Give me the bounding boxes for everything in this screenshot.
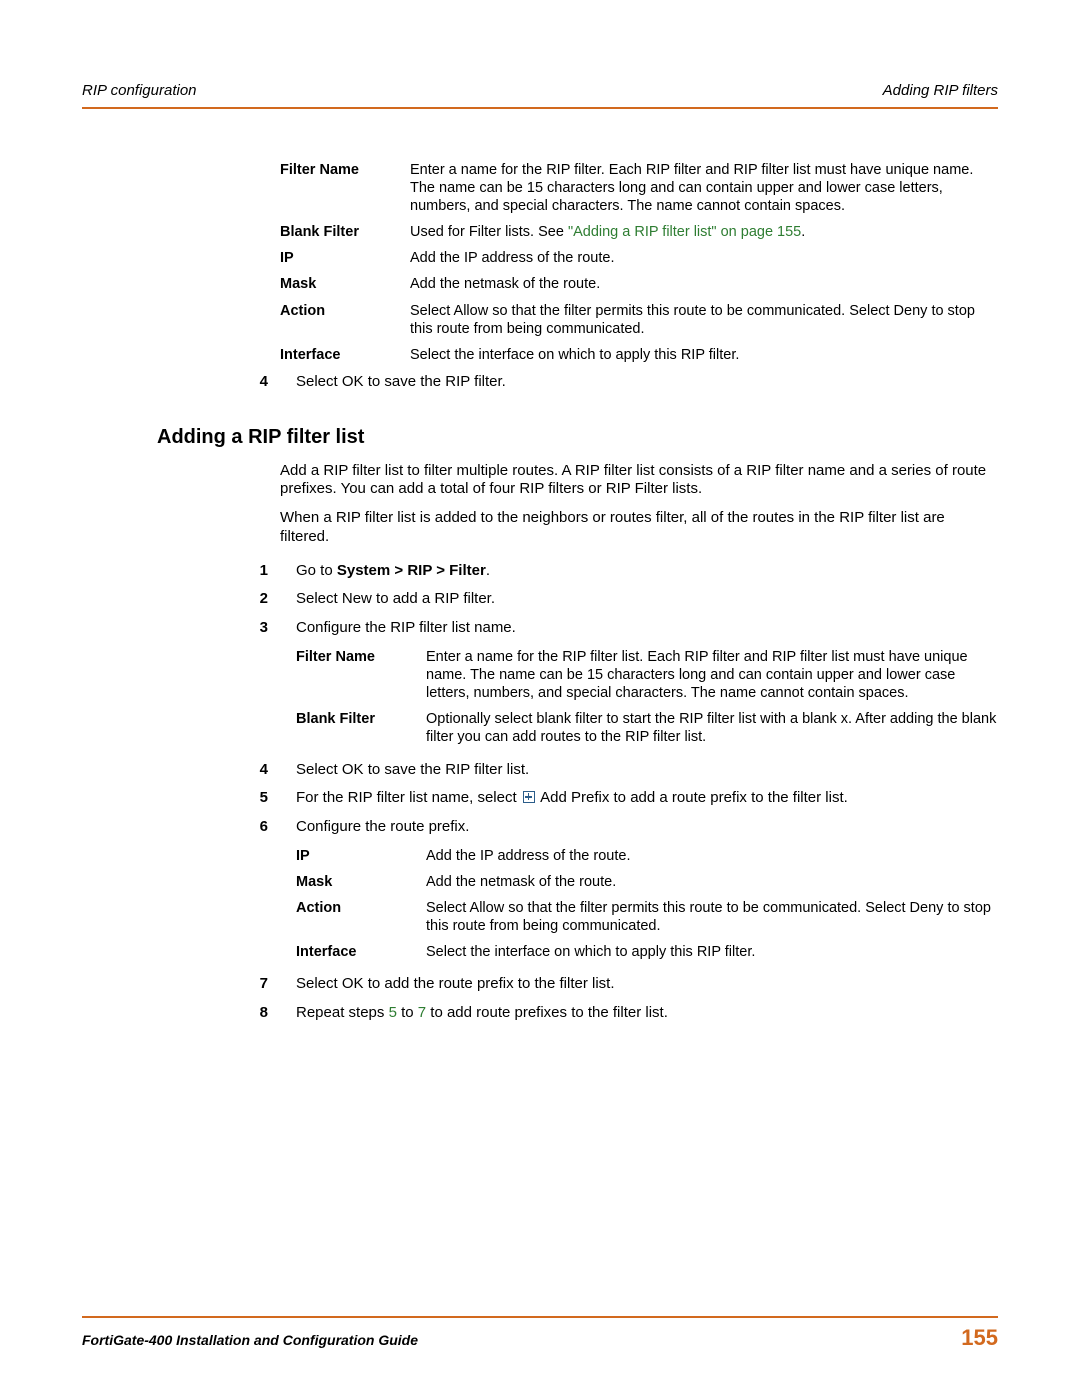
step-4-prev: 4 Select OK to save the RIP filter.	[82, 368, 998, 397]
page: RIP configuration Adding RIP filters Fil…	[0, 0, 1080, 1397]
step-text: Select OK to add the route prefix to the…	[296, 975, 998, 994]
footer-rule	[82, 1316, 998, 1318]
add-prefix-icon	[523, 791, 535, 803]
step-text: Select New to add a RIP filter.	[296, 590, 998, 609]
running-header: RIP configuration Adding RIP filters	[82, 82, 998, 107]
step-text: Repeat steps 5 to 7 to add route prefixe…	[296, 1004, 998, 1023]
def-row: IP Add the IP address of the route.	[296, 843, 998, 869]
header-right: Adding RIP filters	[883, 82, 998, 101]
step-item: 3 Configure the RIP filter list name. Fi…	[82, 614, 998, 755]
def-desc: Add the netmask of the route.	[426, 869, 998, 895]
page-footer: FortiGate-400 Installation and Configura…	[82, 1316, 998, 1352]
def-row: Action Select Allow so that the filter p…	[296, 895, 998, 939]
cross-ref-link[interactable]: "Adding a RIP filter list" on page 155	[568, 224, 801, 240]
footer-title: FortiGate-400 Installation and Configura…	[82, 1332, 418, 1350]
def-desc: Add the netmask of the route.	[410, 271, 998, 297]
def-term: Interface	[280, 342, 410, 368]
def-desc: Select the interface on which to apply t…	[426, 939, 998, 965]
step-number: 1	[254, 562, 268, 581]
step-item: 2 Select New to add a RIP filter.	[82, 585, 998, 614]
step-ref-link[interactable]: 7	[418, 1004, 426, 1021]
def-term: Interface	[296, 939, 426, 965]
step-number: 4	[254, 761, 268, 780]
def-desc: Enter a name for the RIP filter. Each RI…	[410, 157, 998, 219]
def-row: Mask Add the netmask of the route.	[280, 271, 998, 297]
def-desc: Optionally select blank filter to start …	[426, 706, 998, 750]
intro-paragraph: Add a RIP filter list to filter multiple…	[280, 462, 998, 500]
header-rule	[82, 107, 998, 109]
def-term: IP	[280, 245, 410, 271]
step-text: Configure the RIP filter list name. Filt…	[296, 619, 998, 750]
step-item: 4 Select OK to save the RIP filter.	[82, 368, 998, 397]
def-row: Blank Filter Optionally select blank fil…	[296, 706, 998, 750]
step-text: Select OK to save the RIP filter list.	[296, 761, 998, 780]
def-desc: Add the IP address of the route.	[410, 245, 998, 271]
step-number: 5	[254, 789, 268, 808]
def-row: Interface Select the interface on which …	[280, 342, 998, 368]
step-text: Go to System > RIP > Filter.	[296, 562, 998, 581]
step-item: 4 Select OK to save the RIP filter list.	[82, 756, 998, 785]
step-item: 8 Repeat steps 5 to 7 to add route prefi…	[82, 999, 998, 1028]
step-text: Select OK to save the RIP filter.	[296, 373, 998, 392]
intro-paragraph: When a RIP filter list is added to the n…	[280, 509, 998, 547]
step-item: 5 For the RIP filter list name, select A…	[82, 784, 998, 813]
step-ref-link[interactable]: 5	[389, 1004, 397, 1021]
def-term: Action	[280, 298, 410, 342]
step-number: 2	[254, 590, 268, 609]
procedure-steps: 1 Go to System > RIP > Filter. 2 Select …	[82, 557, 998, 1028]
definition-table-1: Filter Name Enter a name for the RIP fil…	[280, 157, 998, 368]
step-item: 1 Go to System > RIP > Filter.	[82, 557, 998, 586]
step-number: 8	[254, 1004, 268, 1023]
def-desc: Add the IP address of the route.	[426, 843, 998, 869]
def-term: Action	[296, 895, 426, 939]
step-number: 3	[254, 619, 268, 750]
def-term: Filter Name	[296, 644, 426, 706]
def-desc: Used for Filter lists. See "Adding a RIP…	[410, 219, 998, 245]
def-row: Blank Filter Used for Filter lists. See …	[280, 219, 998, 245]
definition-table-2: Filter Name Enter a name for the RIP fil…	[296, 644, 998, 751]
def-term: Mask	[280, 271, 410, 297]
def-row: Action Select Allow so that the filter p…	[280, 298, 998, 342]
step-number: 6	[254, 818, 268, 965]
page-number: 155	[961, 1324, 998, 1352]
def-term: IP	[296, 843, 426, 869]
def-term: Blank Filter	[296, 706, 426, 750]
header-left: RIP configuration	[82, 82, 197, 101]
def-desc: Select Allow so that the filter permits …	[410, 298, 998, 342]
def-row: Interface Select the interface on which …	[296, 939, 998, 965]
section-heading: Adding a RIP filter list	[157, 425, 998, 450]
def-row: Mask Add the netmask of the route.	[296, 869, 998, 895]
step-item: 6 Configure the route prefix. IP Add the…	[82, 813, 998, 970]
step-item: 7 Select OK to add the route prefix to t…	[82, 970, 998, 999]
step-number: 7	[254, 975, 268, 994]
def-term: Filter Name	[280, 157, 410, 219]
def-row: IP Add the IP address of the route.	[280, 245, 998, 271]
definition-table-3: IP Add the IP address of the route. Mask…	[296, 843, 998, 966]
def-row: Filter Name Enter a name for the RIP fil…	[296, 644, 998, 706]
step-text: For the RIP filter list name, select Add…	[296, 789, 998, 808]
step-text: Configure the route prefix. IP Add the I…	[296, 818, 998, 965]
def-row: Filter Name Enter a name for the RIP fil…	[280, 157, 998, 219]
def-desc: Enter a name for the RIP filter list. Ea…	[426, 644, 998, 706]
step-number: 4	[254, 373, 268, 392]
def-term: Mask	[296, 869, 426, 895]
def-term: Blank Filter	[280, 219, 410, 245]
def-desc: Select Allow so that the filter permits …	[426, 895, 998, 939]
def-desc: Select the interface on which to apply t…	[410, 342, 998, 368]
